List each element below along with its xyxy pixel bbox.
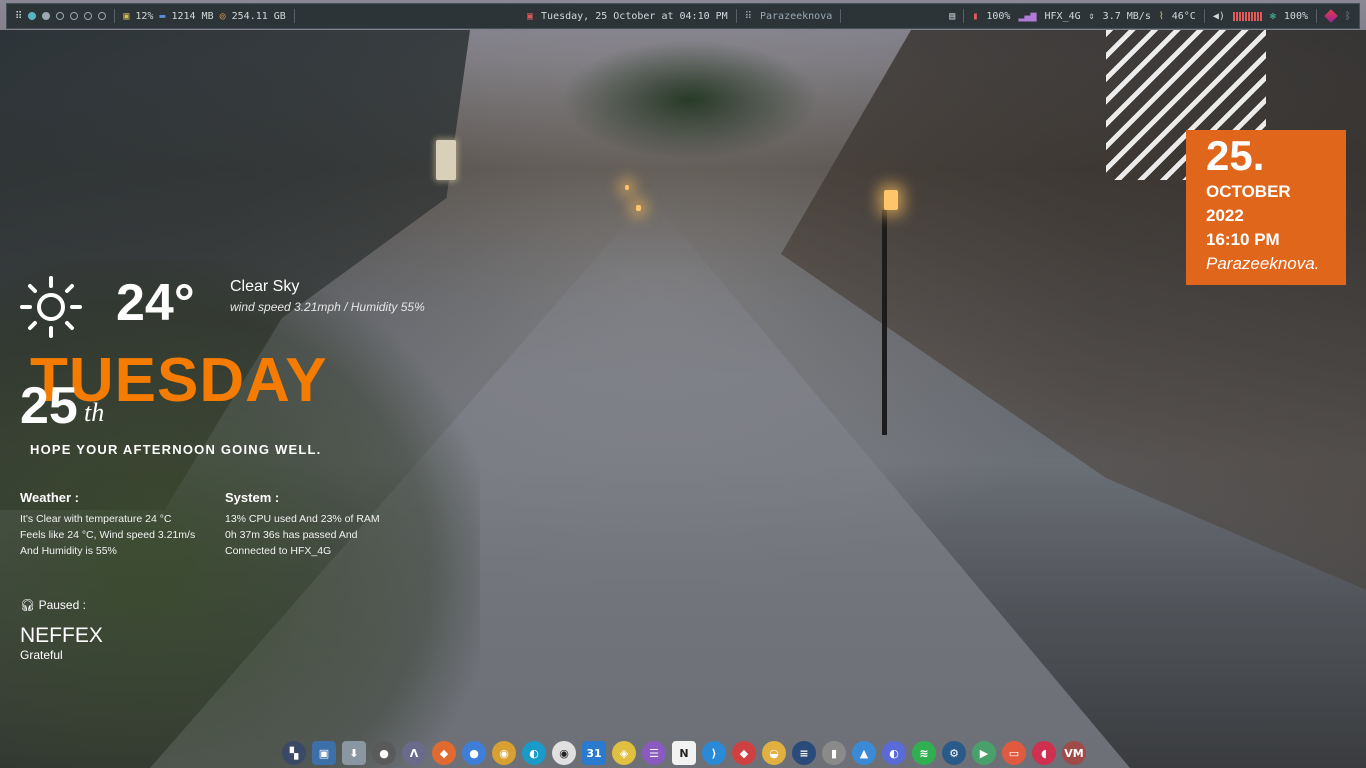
- disk-usage: 254.11 GB: [231, 10, 286, 22]
- day-suffix: th: [84, 398, 105, 427]
- transfer-icon: ⇕: [1088, 10, 1095, 22]
- weather-info: Weather : It's Clear with temperature 24…: [20, 490, 195, 559]
- notion-icon[interactable]: N: [672, 741, 696, 765]
- media-widget: 🎧︎ Paused : NEFFEX Grateful: [20, 598, 103, 662]
- system-line: 0h 37m 36s has passed And: [225, 529, 358, 541]
- calendar-icon[interactable]: 31: [582, 741, 606, 765]
- tasks-icon[interactable]: ☰: [642, 741, 666, 765]
- datetime-block: ▣ Tuesday, 25 October at 04:10 PM ⠿ Para…: [527, 4, 842, 28]
- battery-level: 100%: [986, 10, 1011, 22]
- greeting: HOPE YOUR AFTERNOON GOING WELL.: [30, 442, 322, 457]
- brightness-level[interactable]: 100%: [1284, 11, 1308, 22]
- stacks-icon[interactable]: ≡: [792, 741, 816, 765]
- workspace-4[interactable]: [70, 12, 79, 20]
- thermometer-icon: ⌇: [1158, 10, 1164, 22]
- wind-humidity: wind speed 3.21mph / Humidity 55%: [230, 300, 425, 314]
- grid-icon: ⠿: [744, 10, 752, 22]
- virtual-machine-icon[interactable]: VM: [1062, 741, 1086, 765]
- dock: ▚ ▣ ⬇ ● Λ ◆ ● ◉ ◐ ◉ 31 ◈ ☰ N ⟩ ◆ ◒ ≡ ▮ ▲ ◐ ≋ ⚙ ▶ ▭ ◖ VM: [282, 740, 1086, 766]
- day-number: 25: [20, 377, 78, 435]
- ram-icon: ▬: [159, 10, 166, 22]
- clock-card: 25. OCTOBER 2022 16:10 PM Parazeeknova.: [1186, 130, 1346, 285]
- ubuntu-icon[interactable]: ◉: [552, 741, 576, 765]
- playback-status: Paused :: [38, 598, 86, 612]
- cpu-usage: 12%: [135, 10, 154, 22]
- disk-icon: ◎: [219, 10, 226, 22]
- weather-line: And Humidity is 55%: [20, 545, 117, 557]
- lamp-icon[interactable]: ▮: [822, 741, 846, 765]
- temperature-large: 24°: [116, 274, 195, 332]
- brightness-icon: ✻: [1269, 10, 1276, 22]
- signal-icon: ▂▄▆: [1018, 10, 1037, 22]
- card-year: 2022: [1206, 206, 1244, 225]
- top-bar: ⠿ ▣ 12% ▬ 1214 MB ◎ 254.11 GB ▣ Tuesday,…: [6, 3, 1360, 29]
- steam-icon[interactable]: ⚙: [942, 741, 966, 765]
- workspace-2[interactable]: [42, 12, 51, 20]
- workspace-1[interactable]: [28, 12, 37, 20]
- network-name[interactable]: HFX_4G: [1045, 11, 1081, 22]
- apps-grid-icon[interactable]: ⠿: [15, 11, 22, 22]
- discord-icon[interactable]: ◐: [882, 741, 906, 765]
- battery-icon: ▮: [972, 10, 979, 22]
- bowl-icon[interactable]: ◒: [762, 741, 786, 765]
- speaker-icon[interactable]: ◀): [1213, 11, 1225, 22]
- workspace-5[interactable]: [84, 12, 93, 20]
- sky-condition: Clear Sky: [230, 278, 300, 295]
- gitlab-icon[interactable]: ◆: [432, 741, 456, 765]
- drive-icon[interactable]: ▲: [852, 741, 876, 765]
- system-heading: System :: [225, 490, 280, 505]
- headphones-icon: 🎧︎: [20, 598, 36, 612]
- menu-cube-icon[interactable]: [1324, 9, 1338, 23]
- workspace-switcher-icon[interactable]: ▚: [282, 741, 306, 765]
- card-time: 16:10 PM: [1206, 230, 1280, 249]
- ideas-icon[interactable]: ◈: [612, 741, 636, 765]
- workspace-6[interactable]: [98, 12, 107, 20]
- workspace-indicator: ⠿: [7, 4, 114, 28]
- weather-widget: 24° Clear Sky wind speed 3.21mph / Humid…: [20, 272, 480, 342]
- chrome-icon[interactable]: ◉: [492, 741, 516, 765]
- bluetooth-icon[interactable]: ᛒ: [1345, 11, 1351, 22]
- flameshot-icon[interactable]: ◖: [1032, 741, 1056, 765]
- spotify-icon[interactable]: ≋: [912, 741, 936, 765]
- vscode-icon[interactable]: ⟩: [702, 741, 726, 765]
- volume-bar[interactable]: [1232, 11, 1262, 21]
- terminal-icon[interactable]: ▶: [972, 741, 996, 765]
- weather-line: It's Clear with temperature 24 °C: [20, 513, 172, 525]
- edge-icon[interactable]: ◐: [522, 741, 546, 765]
- status-tray: ▤ ▮ 100% ▂▄▆ HFX_4G ⇕ 3.7 MB/s ⌇ 46°C ◀)…: [949, 4, 1351, 28]
- system-stats: ▣ 12% ▬ 1214 MB ◎ 254.11 GB: [115, 4, 294, 28]
- artist-name: NEFFEX: [20, 624, 103, 647]
- calendar-icon: ▣: [527, 10, 534, 22]
- card-date: 25.: [1206, 132, 1265, 179]
- datetime[interactable]: Tuesday, 25 October at 04:10 PM: [541, 11, 728, 22]
- weather-heading: Weather :: [20, 490, 79, 505]
- chromium-icon[interactable]: ●: [462, 741, 486, 765]
- ram-usage: 1214 MB: [171, 10, 214, 22]
- package-icon[interactable]: ◆: [732, 741, 756, 765]
- screenshot-icon[interactable]: ▭: [1002, 741, 1026, 765]
- weather-line: Feels like 24 °C, Wind speed 3.21m/s: [20, 529, 196, 541]
- cpu-icon: ▣: [123, 10, 130, 22]
- system-info: System : 13% CPU used And 23% of RAM 0h …: [225, 490, 380, 559]
- card-month: OCTOBER: [1206, 182, 1291, 201]
- workspace-3[interactable]: [56, 12, 65, 20]
- window-manager-icon[interactable]: ▣: [312, 741, 336, 765]
- system-line: 13% CPU used And 23% of RAM: [225, 513, 380, 525]
- archlinux-icon[interactable]: Λ: [402, 741, 426, 765]
- card-user: Parazeeknova.: [1206, 254, 1320, 273]
- hostname: Parazeeknova: [760, 10, 833, 22]
- sun-icon: [20, 276, 82, 338]
- temperature: 46°C: [1171, 10, 1196, 22]
- network-speed: 3.7 MB/s: [1102, 10, 1151, 22]
- package-icon[interactable]: ▤: [949, 11, 955, 22]
- song-title: Grateful: [20, 648, 63, 662]
- downloads-icon[interactable]: ⬇: [342, 741, 366, 765]
- system-line: Connected to HFX_4G: [225, 545, 332, 557]
- camera-icon[interactable]: ●: [372, 741, 396, 765]
